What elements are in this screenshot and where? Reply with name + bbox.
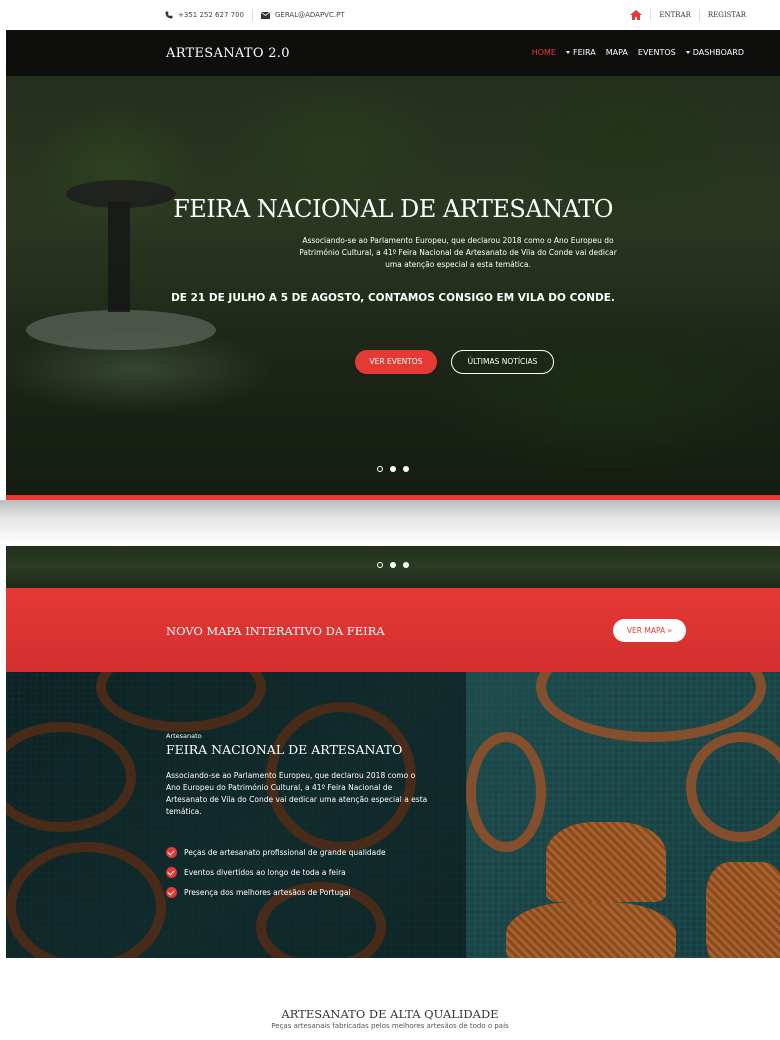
baskets-feature: Artesanato FEIRA NACIONAL DE ARTESANATO … bbox=[6, 672, 780, 958]
main-navbar: ARTESANATO 2.0 HOME FEIRA MAPA EVENTOS D… bbox=[6, 30, 780, 76]
main-menu: HOME FEIRA MAPA EVENTOS DASHBOARD bbox=[532, 48, 744, 57]
basket-image bbox=[546, 822, 666, 902]
basket-image bbox=[706, 862, 780, 958]
latest-news-button[interactable]: ÚLTIMAS NOTÍCIAS bbox=[451, 350, 554, 374]
hero-strip bbox=[6, 546, 780, 588]
feature-bullet-text: Eventos divertidos ao longo de toda a fe… bbox=[184, 867, 346, 877]
phone-contact[interactable]: +351 252 627 700 bbox=[165, 11, 244, 19]
list-item: Peças de artesanato profissional de gran… bbox=[166, 842, 386, 862]
carousel-dot-1[interactable] bbox=[377, 466, 383, 472]
nav-item-feira[interactable]: FEIRA bbox=[565, 48, 596, 57]
feature-list: Peças de artesanato profissional de gran… bbox=[166, 842, 386, 902]
basket-image bbox=[686, 732, 780, 842]
nav-item-dashboard-label: DASHBOARD bbox=[692, 48, 744, 57]
carousel-dot-2[interactable] bbox=[390, 562, 396, 568]
phone-number: +351 252 627 700 bbox=[178, 11, 244, 19]
nav-item-dashboard[interactable]: DASHBOARD bbox=[685, 48, 744, 57]
carousel-dot-2[interactable] bbox=[390, 466, 396, 472]
basket-image bbox=[536, 672, 766, 742]
check-circle-icon bbox=[166, 866, 177, 878]
login-link[interactable]: ENTRAR bbox=[659, 11, 691, 19]
register-link[interactable]: REGISTAR bbox=[708, 11, 746, 19]
hero-overlay bbox=[6, 76, 780, 500]
divider bbox=[251, 9, 253, 21]
see-events-button[interactable]: VER EVENTOS bbox=[355, 350, 437, 374]
feature-bullet-text: Presença dos melhores artesãos de Portug… bbox=[184, 887, 351, 897]
carousel-dot-3[interactable] bbox=[403, 466, 409, 472]
email-address: GERAL@ADAPVC.PT bbox=[274, 11, 345, 19]
phone-icon bbox=[165, 11, 173, 19]
feature-title: FEIRA NACIONAL DE ARTESANATO bbox=[166, 742, 403, 757]
cta-title: NOVO MAPA INTERATIVO DA FEIRA bbox=[166, 624, 385, 638]
check-circle-icon bbox=[166, 846, 177, 858]
divider bbox=[698, 9, 700, 21]
carousel-dot-1[interactable] bbox=[377, 562, 383, 568]
nav-item-home[interactable]: HOME bbox=[532, 48, 556, 57]
basket-image bbox=[506, 902, 676, 958]
feature-kicker: Artesanato bbox=[166, 732, 202, 740]
nav-item-feira-label: FEIRA bbox=[572, 48, 596, 57]
feature-bullet-text: Peças de artesanato profissional de gran… bbox=[184, 847, 386, 857]
see-map-button[interactable]: VER MAPA » bbox=[613, 619, 686, 642]
quality-section: ARTESANATO DE ALTA QUALIDADE Peças artes… bbox=[0, 958, 780, 1040]
map-cta-band: NOVO MAPA INTERATIVO DA FEIRA VER MAPA » bbox=[6, 588, 780, 672]
quality-subtitle: Peças artesanais fabricadas pelos melhor… bbox=[271, 1022, 509, 1030]
caret-down-icon bbox=[565, 51, 570, 54]
caret-down-icon bbox=[685, 51, 690, 54]
contact-info: +351 252 627 700 GERAL@ADAPVC.PT bbox=[165, 9, 345, 21]
hero-description: Associando-se ao Parlamento Europeu, que… bbox=[299, 236, 617, 269]
home-icon[interactable] bbox=[630, 10, 643, 20]
top-bar: +351 252 627 700 GERAL@ADAPVC.PT ENTRAR … bbox=[0, 0, 780, 30]
carousel-indicators bbox=[6, 562, 780, 568]
hero-title: FEIRA NACIONAL DE ARTESANATO bbox=[173, 195, 613, 223]
hero-carousel: ARTESANATO 2.0 HOME FEIRA MAPA EVENTOS D… bbox=[6, 30, 780, 500]
carousel-dot-3[interactable] bbox=[403, 562, 409, 568]
check-circle-icon bbox=[166, 886, 177, 898]
nav-item-mapa[interactable]: MAPA bbox=[606, 48, 628, 57]
account-links: ENTRAR REGISTAR bbox=[630, 9, 746, 21]
email-contact[interactable]: GERAL@ADAPVC.PT bbox=[260, 11, 345, 19]
basket-image bbox=[466, 732, 546, 852]
list-item: Eventos divertidos ao longo de toda a fe… bbox=[166, 862, 386, 882]
divider bbox=[650, 9, 652, 21]
carousel-indicators bbox=[6, 466, 780, 472]
list-item: Presença dos melhores artesãos de Portug… bbox=[166, 882, 386, 902]
brand-logo[interactable]: ARTESANATO 2.0 bbox=[166, 46, 290, 61]
quality-title: ARTESANATO DE ALTA QUALIDADE bbox=[281, 1007, 499, 1021]
section-shadow bbox=[0, 500, 780, 546]
envelope-icon bbox=[260, 11, 271, 19]
feature-text: Associando-se ao Parlamento Europeu, que… bbox=[166, 771, 428, 816]
hero-dates: DE 21 DE JULHO A 5 DE AGOSTO, CONTAMOS C… bbox=[171, 292, 615, 304]
nav-item-eventos[interactable]: EVENTOS bbox=[638, 48, 676, 57]
